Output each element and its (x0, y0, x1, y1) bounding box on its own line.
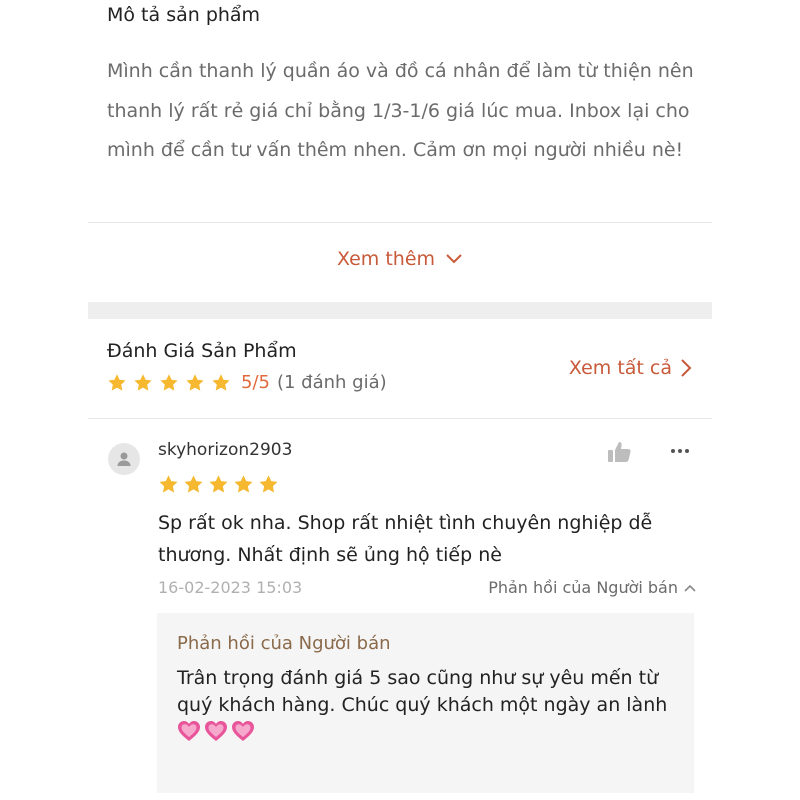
star-icon (259, 475, 278, 493)
star-icon (159, 475, 178, 493)
rating-score: 5/5 (241, 372, 270, 393)
star-icon (234, 475, 253, 493)
rating-count: (1 đánh giá) (276, 372, 387, 393)
review-date: 16-02-2023 15:03 (158, 578, 303, 597)
star-icon (186, 373, 204, 391)
see-all-reviews-button[interactable]: Xem tất cả (569, 357, 692, 379)
more-icon[interactable] (670, 444, 690, 458)
seller-reply-title: Phản hồi của Người bán (177, 633, 391, 654)
see-all-label: Xem tất cả (568, 357, 672, 379)
heart-emojis (177, 721, 258, 743)
star-icon (160, 373, 178, 391)
chevron-up-icon (684, 584, 696, 592)
section-separator (88, 302, 712, 319)
review-text: Sp rất ok nha. Shop rất nhiệt tình chuyê… (158, 512, 653, 566)
reviews-title: Đánh Giá Sản Phẩm (107, 340, 297, 362)
star-icon (212, 373, 230, 391)
description-body: Mình cần thanh lý quần áo và đồ cá nhân … (107, 60, 694, 161)
chevron-right-icon (681, 359, 692, 377)
seller-reply-box: Phản hồi của Người bán Trân trọng đánh g… (157, 613, 694, 793)
seller-reply-toggle[interactable]: Phản hồi của Người bán (488, 578, 696, 597)
see-more-label: Xem thêm (336, 248, 436, 270)
avatar[interactable] (108, 443, 140, 475)
user-icon (117, 452, 131, 466)
rating-summary: 5/5 (1 đánh giá) (107, 372, 387, 393)
description-title: Mô tả sản phẩm (107, 4, 261, 26)
star-icon (209, 475, 228, 493)
heart-icon (178, 721, 200, 741)
review-stars (158, 474, 283, 495)
see-more-button[interactable]: Xem thêm (0, 248, 800, 270)
seller-reply-text: Trân trọng đánh giá 5 sao cũng như sự yê… (177, 667, 668, 716)
heart-icon (232, 721, 254, 741)
divider (88, 222, 712, 223)
heart-icon (205, 721, 227, 741)
reviewer-username: skyhorizon2903 (158, 440, 293, 460)
seller-reply-text-block: Trân trọng đánh giá 5 sao cũng như sự yê… (177, 665, 682, 746)
star-icon (108, 373, 126, 391)
reply-toggle-label: Phản hồi của Người bán (488, 578, 678, 597)
star-icon (134, 373, 152, 391)
star-icon (184, 475, 203, 493)
divider (88, 418, 712, 419)
thumbs-up-icon[interactable] (606, 440, 632, 464)
chevron-down-icon (446, 254, 462, 264)
